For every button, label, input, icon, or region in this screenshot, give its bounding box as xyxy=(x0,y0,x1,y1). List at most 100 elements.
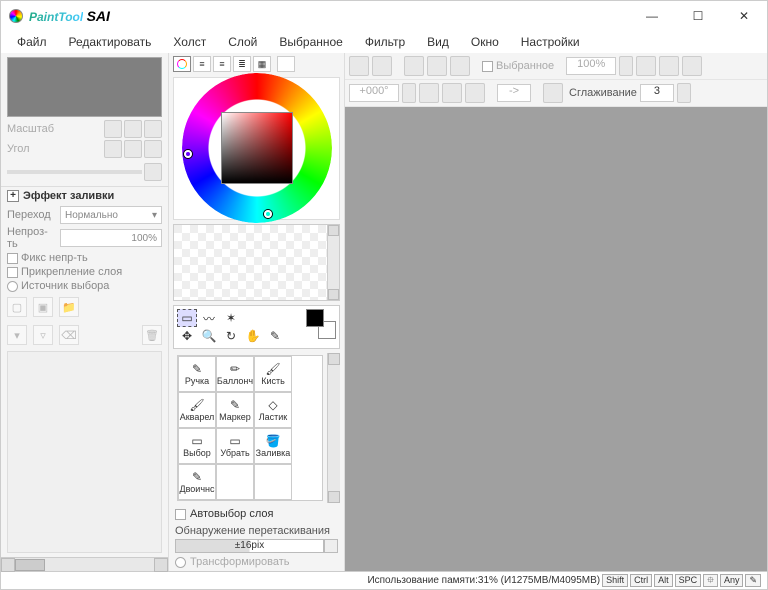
scratchpad-tab[interactable] xyxy=(277,56,295,72)
magic-wand-tool[interactable]: ✶ xyxy=(221,309,241,327)
clear-button[interactable]: ⌫ xyxy=(59,325,79,345)
key-alt: Alt xyxy=(654,574,673,587)
scale-plus-button[interactable] xyxy=(124,120,142,138)
delete-layer-button[interactable]: 🗑 xyxy=(142,325,162,345)
key-shift: Shift xyxy=(602,574,628,587)
color-wheel-picker[interactable] xyxy=(173,77,340,220)
lasso-tool[interactable]: 〰 xyxy=(199,309,219,327)
navigator-thumbnail[interactable] xyxy=(7,57,162,117)
brush-brush[interactable]: 🖌Кисть xyxy=(254,356,292,392)
minimize-button[interactable]: — xyxy=(629,1,675,31)
transform-radio[interactable] xyxy=(175,557,186,568)
zoom-dropdown-button[interactable] xyxy=(619,56,633,76)
rgb-tab[interactable]: ≡ xyxy=(193,56,211,72)
key-space: SPC xyxy=(675,574,702,587)
layer-list[interactable] xyxy=(7,351,162,553)
zoom-in-button[interactable] xyxy=(659,56,679,76)
swatches-tab[interactable]: ▦ xyxy=(253,56,271,72)
menu-selection[interactable]: Выбранное xyxy=(269,33,352,51)
foreground-background-swatch[interactable] xyxy=(306,309,336,339)
rotation-input[interactable]: +000° xyxy=(349,84,399,102)
brush-select[interactable]: ▭Выбор xyxy=(178,428,216,464)
brush-pencil[interactable]: ✎Ручка xyxy=(178,356,216,392)
smoothing-input[interactable]: 3 xyxy=(640,84,674,102)
new-folder-button[interactable]: 📁 xyxy=(59,297,79,317)
flip-indicator[interactable]: -> xyxy=(497,84,531,102)
blend-mode-select[interactable]: Нормально▾ xyxy=(60,206,162,224)
zoom-fit-button[interactable] xyxy=(682,56,702,76)
color-tool-panel: ≡ ≡ ≣ ▦ ▭ 〰 ✶ xyxy=(169,53,345,571)
expand-icon: + xyxy=(7,190,19,202)
menu-canvas[interactable]: Холст xyxy=(163,33,216,51)
hsv-tab[interactable]: ≡ xyxy=(213,56,231,72)
zoom-input[interactable]: 100% xyxy=(566,57,616,75)
auto-select-checkbox[interactable] xyxy=(175,509,186,520)
move-tool[interactable]: ✥ xyxy=(177,327,197,345)
brush-deselect[interactable]: ▭Убрать xyxy=(216,428,254,464)
angle-ccw-button[interactable] xyxy=(104,140,122,158)
opacity-slider[interactable]: 100% xyxy=(60,229,162,247)
auto-select-label: Автовыбор слоя xyxy=(190,508,273,520)
scale-minus-button[interactable] xyxy=(104,120,122,138)
invert-sel-button[interactable] xyxy=(427,56,447,76)
menu-file[interactable]: Файл xyxy=(7,33,57,51)
menu-edit[interactable]: Редактировать xyxy=(59,33,162,51)
scratchpad-vscrollbar[interactable] xyxy=(327,224,340,301)
menu-options[interactable]: Настройки xyxy=(511,33,590,51)
rotate-ccw-button[interactable] xyxy=(419,83,439,103)
maximize-button[interactable]: ☐ xyxy=(675,1,721,31)
source-selection-radio[interactable] xyxy=(7,281,18,292)
hue-cursor-icon xyxy=(184,150,192,158)
rotate-tool[interactable]: ↻ xyxy=(221,327,241,345)
brush-airbrush[interactable]: ✏Баллонч xyxy=(216,356,254,392)
brush-eraser[interactable]: ◇Ластик xyxy=(254,392,292,428)
flip-h-button[interactable] xyxy=(543,83,563,103)
scale-reset-button[interactable] xyxy=(144,120,162,138)
opacity-label: Непроз-ть xyxy=(7,226,57,250)
brush-empty-1[interactable] xyxy=(216,464,254,500)
rotate-reset-button[interactable] xyxy=(465,83,485,103)
attach-layer-checkbox[interactable] xyxy=(7,267,18,278)
close-button[interactable]: ✕ xyxy=(721,1,767,31)
layer-hscrollbar[interactable] xyxy=(1,557,168,571)
new-layer-button[interactable]: ▢ xyxy=(7,297,27,317)
selected-checkbox[interactable] xyxy=(482,61,493,72)
brush-bucket[interactable]: 🪣Заливка xyxy=(254,428,292,464)
eyedropper-tool[interactable]: ✎ xyxy=(265,327,285,345)
fix-opacity-checkbox[interactable] xyxy=(7,253,18,264)
redo-button[interactable] xyxy=(372,56,392,76)
zoom-tool[interactable]: 🔍 xyxy=(199,327,219,345)
deselect-button[interactable] xyxy=(404,56,424,76)
rotation-dropdown-button[interactable] xyxy=(402,83,416,103)
fill-effect-header[interactable]: + Эффект заливки xyxy=(1,186,168,205)
mixer-tab[interactable]: ≣ xyxy=(233,56,251,72)
brush-marker[interactable]: ✎Маркер xyxy=(216,392,254,428)
angle-reset-button[interactable] xyxy=(144,140,162,158)
nav-layer-panel: Масштаб Угол + Эффект заливки Переход Но… xyxy=(1,53,169,571)
show-sel-button[interactable] xyxy=(450,56,470,76)
drag-detect-slider[interactable]: ±16pix xyxy=(175,539,338,553)
rect-select-tool[interactable]: ▭ xyxy=(177,309,197,327)
smoothing-label: Сглаживание xyxy=(569,87,637,99)
menu-window[interactable]: Окно xyxy=(461,33,509,51)
brush-watercolor[interactable]: 🖌Акварел xyxy=(178,392,216,428)
menu-view[interactable]: Вид xyxy=(417,33,459,51)
flip-button[interactable] xyxy=(144,163,162,181)
angle-cw-button[interactable] xyxy=(124,140,142,158)
brush-binary[interactable]: ✎Двоичнс xyxy=(178,464,216,500)
smoothing-dropdown-button[interactable] xyxy=(677,83,691,103)
transfer-down-button[interactable]: ▿ xyxy=(33,325,53,345)
menu-layer[interactable]: Слой xyxy=(218,33,267,51)
menu-filter[interactable]: Фильтр xyxy=(355,33,415,51)
brush-empty-2[interactable] xyxy=(254,464,292,500)
new-group-button[interactable]: ▣ xyxy=(33,297,53,317)
brush-vscrollbar[interactable] xyxy=(327,353,340,503)
color-wheel-tab[interactable] xyxy=(173,56,191,72)
merge-down-button[interactable]: ▾ xyxy=(7,325,27,345)
rotate-cw-button[interactable] xyxy=(442,83,462,103)
undo-button[interactable] xyxy=(349,56,369,76)
hand-tool[interactable]: ✋ xyxy=(243,327,263,345)
scratchpad-area[interactable] xyxy=(173,224,340,301)
zoom-out-button[interactable] xyxy=(636,56,656,76)
canvas-area[interactable] xyxy=(345,107,767,571)
